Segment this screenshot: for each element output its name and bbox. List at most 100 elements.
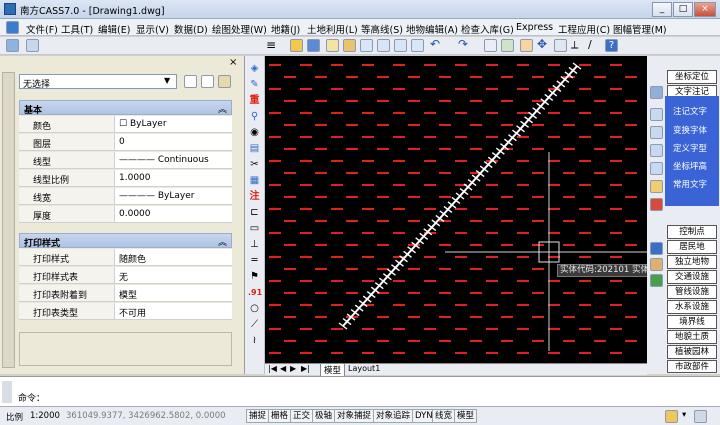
lock-icon[interactable] [665, 410, 678, 423]
annotate-text-link[interactable]: 注记文字 [673, 105, 707, 117]
settlement-button[interactable]: 居民地 [667, 240, 717, 254]
edit-text-icon[interactable] [650, 180, 663, 193]
tab-model[interactable]: 模型 [320, 363, 346, 377]
query-icon[interactable]: ⚲ [248, 110, 261, 123]
prop-row-thickness[interactable]: 厚度 0.0000 [19, 206, 232, 223]
polyline-icon[interactable]: ⟋ [248, 318, 261, 331]
menu-check[interactable]: 检查入库(G) [461, 22, 514, 36]
prop-row-lineweight[interactable]: 线宽 ———— ByLayer [19, 188, 232, 205]
traffic-facility-button[interactable]: 交通设施 [667, 270, 717, 284]
line-b-icon[interactable]: ═ [248, 254, 261, 267]
menu-express[interactable]: Express [516, 22, 553, 33]
menu-edit[interactable]: 编辑(E) [98, 22, 130, 36]
close-icon[interactable]: × [229, 58, 242, 71]
menu-feature-edit[interactable]: 地物编辑(A) [406, 22, 458, 36]
toggle-snap[interactable]: 捕捉 [246, 409, 270, 423]
prop-row-plotstyle-table[interactable]: 打印样式表无 [19, 267, 232, 284]
table-icon[interactable]: ▦ [248, 174, 261, 187]
menu-sheet[interactable]: 图幅管理(M) [613, 22, 667, 36]
layer-manager-icon[interactable] [6, 39, 19, 52]
prop-row-plotstyle[interactable]: 打印样式 随颜色 [19, 249, 232, 266]
section-print[interactable]: 打印样式 ︽ [19, 233, 232, 249]
coordinate-locate-button[interactable]: 坐标定位 [667, 70, 717, 84]
angle-icon[interactable]: ⊏ [248, 206, 261, 219]
prop-row-layer[interactable]: 图层 0 [19, 134, 232, 151]
boundary-button[interactable]: 境界线 [667, 315, 717, 329]
elevation-icon[interactable]: .91 [248, 286, 262, 299]
water-system-button[interactable]: 水系设施 [667, 300, 717, 314]
municipal-button[interactable]: 市政部件 [667, 360, 717, 373]
select-objects-icon[interactable] [201, 75, 214, 88]
menu-cadastre[interactable]: 地籍(J) [271, 22, 300, 36]
undo-icon[interactable]: ↶ [430, 38, 443, 52]
vegetation-button[interactable]: 植被园林 [667, 345, 717, 359]
measure-icon[interactable] [501, 39, 514, 52]
menu-file[interactable]: 文件(F) [26, 22, 58, 36]
prop-row-linetype-scale[interactable]: 线型比例 1.0000 [19, 170, 232, 187]
change-font-link[interactable]: 变换字体 [673, 124, 707, 136]
menu-contour[interactable]: 等高线(S) [361, 22, 403, 36]
trim-icon[interactable] [554, 39, 567, 52]
drawing-canvas[interactable] [265, 56, 647, 363]
move-icon[interactable]: ✥ [537, 38, 550, 52]
clean-screen-icon[interactable] [694, 410, 707, 423]
edge-icon[interactable]: ▤ [248, 142, 261, 155]
curve-icon[interactable]: ≀ [248, 334, 261, 347]
scale-value[interactable]: 1:2000 [30, 411, 60, 421]
flag-icon[interactable]: ⚑ [248, 270, 261, 283]
style-icon[interactable] [650, 126, 663, 139]
prop-row-linetype[interactable]: 线型 ———— Continuous [19, 152, 232, 169]
toggle-osnap[interactable]: 对象捕捉 [334, 409, 375, 423]
layer-state-icon[interactable] [26, 39, 39, 52]
grid-icon[interactable] [484, 39, 497, 52]
font-icon[interactable] [650, 108, 663, 121]
toggle-otrack[interactable]: 对象追踪 [373, 409, 414, 423]
toggle-polar[interactable]: 极轴 [312, 409, 336, 423]
tab-first-icon[interactable]: |◀ [268, 364, 277, 373]
zoom-in-icon[interactable] [377, 39, 390, 52]
menu-data[interactable]: 数据(D) [174, 22, 208, 36]
section-basic[interactable]: 基本 ︽ [19, 100, 232, 116]
minimize-button[interactable]: _ [652, 2, 672, 17]
tab-next-icon[interactable]: ▶ [290, 364, 296, 373]
zoom-extents-icon[interactable] [411, 39, 424, 52]
redo-icon[interactable]: ↷ [458, 38, 471, 52]
pipeline-button[interactable]: 管线设施 [667, 285, 717, 299]
annotate-icon[interactable]: 注 [248, 190, 261, 203]
tab-last-icon[interactable]: ▶| [301, 364, 310, 373]
landform-button[interactable]: 地貌土质 [667, 330, 717, 344]
text-icon[interactable] [650, 86, 663, 99]
tab-layout1[interactable]: Layout1 [345, 364, 383, 373]
circle-icon[interactable]: ○ [248, 302, 261, 315]
toggle-model[interactable]: 模型 [454, 409, 478, 423]
pencil-icon[interactable] [326, 39, 339, 52]
quick-select-icon[interactable] [218, 75, 231, 88]
menu-landuse[interactable]: 土地利用(L) [307, 22, 358, 36]
elevation-text-icon[interactable] [650, 144, 663, 157]
brush-icon[interactable] [650, 198, 663, 211]
selection-dropdown[interactable]: 无选择 ▼ [19, 74, 177, 90]
menu-draw[interactable]: 绘图处理(W) [212, 22, 267, 36]
command-line[interactable]: 命令： [0, 376, 720, 406]
offset-icon[interactable]: ∕ [588, 39, 601, 52]
menu-view[interactable]: 显示(V) [136, 22, 169, 36]
menu-engineering[interactable]: 工程应用(C) [558, 22, 610, 36]
toggle-grid[interactable]: 栅格 [268, 409, 292, 423]
line-a-icon[interactable]: ⊥ [248, 238, 261, 251]
extend-icon[interactable]: ⟂ [571, 39, 584, 52]
control-point-icon[interactable] [650, 242, 663, 255]
status-menu-icon[interactable]: ▾ [682, 410, 686, 420]
prop-row-plot-attached[interactable]: 打印表附着到 模型 [19, 285, 232, 302]
control-point-button[interactable]: 控制点 [667, 225, 717, 239]
point-icon[interactable]: ◈ [248, 62, 261, 75]
save-icon[interactable] [307, 39, 320, 52]
tab-prev-icon[interactable]: ◀ [280, 364, 286, 373]
match-properties-icon[interactable]: ≡ [266, 39, 279, 52]
coord-elevation-link[interactable]: 坐标坪高 [673, 160, 707, 172]
independent-feature-button[interactable]: 独立地物 [667, 255, 717, 269]
define-style-link[interactable]: 定义字型 [673, 142, 707, 154]
zoom-out-icon[interactable] [394, 39, 407, 52]
help-icon[interactable]: ? [605, 39, 618, 52]
toggle-pickadd-icon[interactable] [184, 75, 197, 88]
zoom-window-icon[interactable] [360, 39, 373, 52]
